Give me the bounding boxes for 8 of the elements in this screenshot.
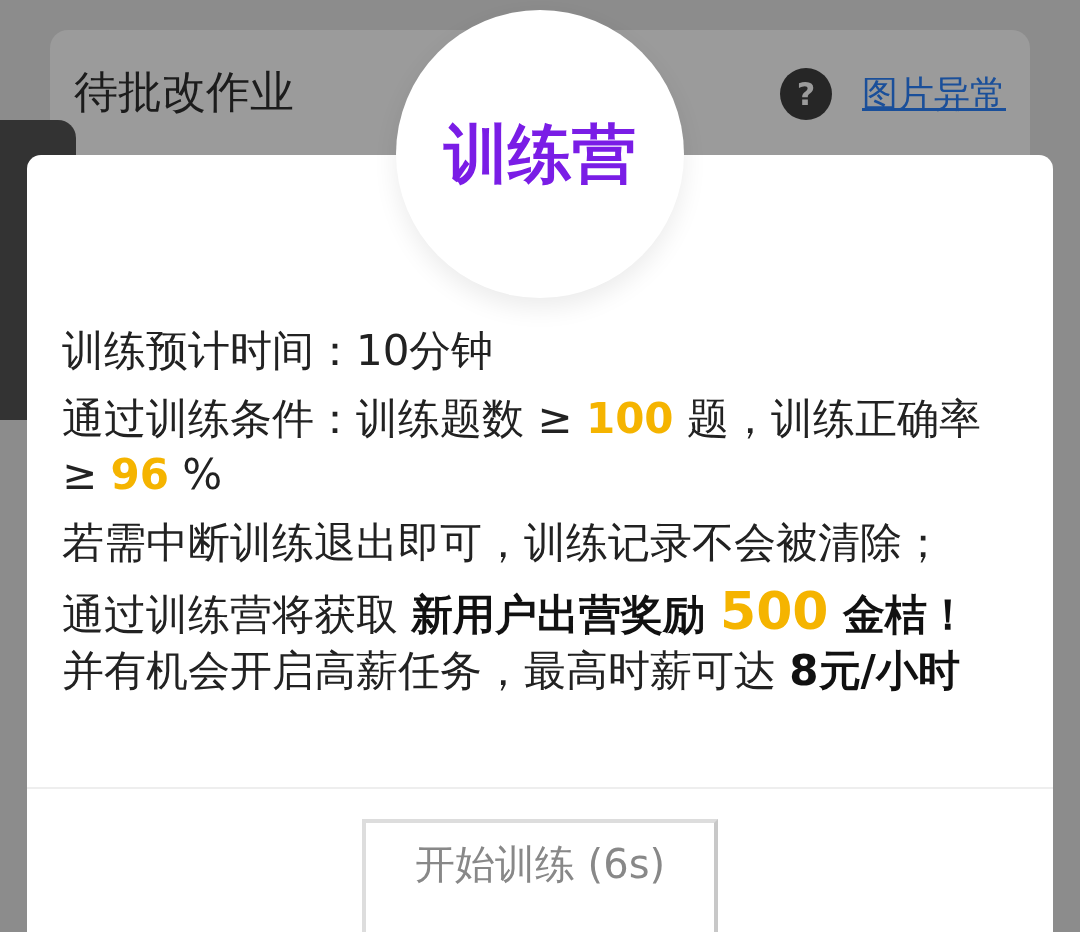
page-title: 待批改作业 bbox=[74, 68, 294, 116]
info-paragraph: 训练预计时间：10分钟 bbox=[62, 325, 495, 377]
dialog-title: 训练营 bbox=[444, 115, 636, 193]
info-paragraph: 通过训练营将获取 新用户出营奖励 500 金桔！ 并有机会开启高薪任务，最高时薪可达 8元/小时 bbox=[62, 583, 971, 697]
image-issue-link[interactable]: 图片异常 bbox=[862, 69, 1006, 119]
help-icon[interactable]: ? bbox=[780, 68, 832, 120]
info-paragraph: 若需中断训练退出即可，训练记录不会被清除； bbox=[62, 517, 945, 569]
info-paragraph: 通过训练条件：训练题数 ≥ 100 题，训练正确率 ≥ 96 % bbox=[62, 393, 982, 501]
